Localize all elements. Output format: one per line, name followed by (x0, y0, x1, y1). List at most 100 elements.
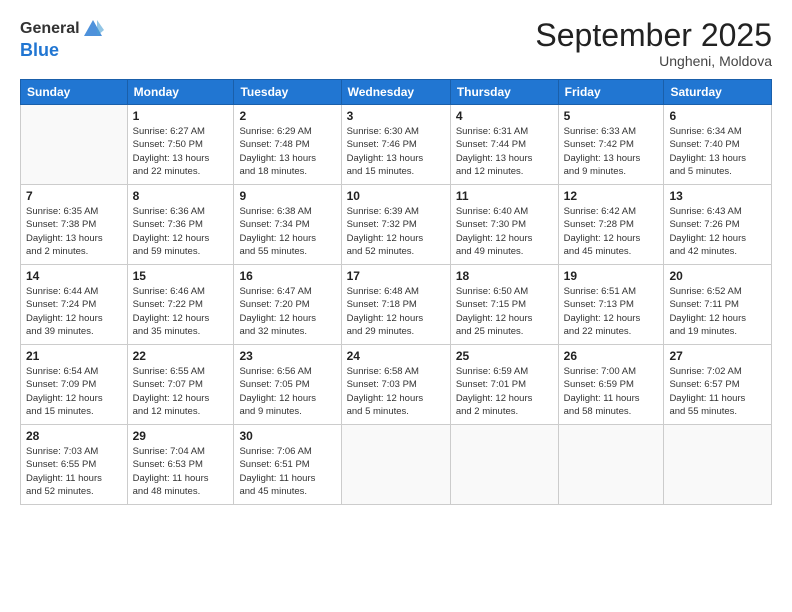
day-number: 1 (133, 109, 229, 123)
header-tuesday: Tuesday (234, 80, 341, 105)
day-number: 25 (456, 349, 553, 363)
table-cell: 12Sunrise: 6:42 AM Sunset: 7:28 PM Dayli… (558, 185, 664, 265)
week-row-3: 14 Sunrise: 6:44 AM Sunset: 7:24 PM Dayli… (21, 265, 772, 345)
table-cell: 30 Sunrise: 7:06 AM Sunset: 6:51 PM Dayli… (234, 425, 341, 505)
table-cell: 15 Sunrise: 6:46 AM Sunset: 7:22 PM Dayli… (127, 265, 234, 345)
day-info: Sunrise: 6:51 AM Sunset: 7:13 PM Dayligh… (564, 285, 659, 338)
day-number: 14 (26, 269, 122, 283)
day-number: 12 (564, 189, 659, 203)
page: General Blue September 2025 Ungheni, Mol… (0, 0, 792, 612)
table-cell: 29 Sunrise: 7:04 AM Sunset: 6:53 PM Dayli… (127, 425, 234, 505)
table-cell: 25 Sunrise: 6:59 AM Sunset: 7:01 PM Dayli… (450, 345, 558, 425)
day-number: 6 (669, 109, 766, 123)
week-row-4: 21 Sunrise: 6:54 AM Sunset: 7:09 PM Dayli… (21, 345, 772, 425)
table-cell: 20 Sunrise: 6:52 AM Sunset: 7:11 PM Dayli… (664, 265, 772, 345)
day-info: Sunrise: 6:52 AM Sunset: 7:11 PM Dayligh… (669, 285, 766, 338)
day-info: Sunrise: 6:54 AM Sunset: 7:09 PM Dayligh… (26, 365, 122, 418)
table-cell: 1 Sunrise: 6:27 AM Sunset: 7:50 PM Daylig… (127, 105, 234, 185)
table-cell: 17 Sunrise: 6:48 AM Sunset: 7:18 PM Dayli… (341, 265, 450, 345)
logo: General Blue (20, 18, 104, 61)
day-info: Sunrise: 6:46 AM Sunset: 7:22 PM Dayligh… (133, 285, 229, 338)
day-number: 28 (26, 429, 122, 443)
day-info: Sunrise: 6:56 AM Sunset: 7:05 PM Dayligh… (239, 365, 335, 418)
day-number: 30 (239, 429, 335, 443)
calendar-table: Sunday Monday Tuesday Wednesday Thursday… (20, 79, 772, 505)
day-info: Sunrise: 7:06 AM Sunset: 6:51 PM Dayligh… (239, 445, 335, 498)
day-info: Sunrise: 6:39 AM Sunset: 7:32 PM Dayligh… (347, 205, 445, 258)
day-info: Sunrise: 6:59 AM Sunset: 7:01 PM Dayligh… (456, 365, 553, 418)
table-cell (21, 105, 128, 185)
day-info: Sunrise: 7:03 AM Sunset: 6:55 PM Dayligh… (26, 445, 122, 498)
day-number: 17 (347, 269, 445, 283)
week-row-5: 28 Sunrise: 7:03 AM Sunset: 6:55 PM Dayli… (21, 425, 772, 505)
day-info: Sunrise: 6:34 AM Sunset: 7:40 PM Dayligh… (669, 125, 766, 178)
table-cell: 22 Sunrise: 6:55 AM Sunset: 7:07 PM Dayli… (127, 345, 234, 425)
day-info: Sunrise: 6:31 AM Sunset: 7:44 PM Dayligh… (456, 125, 553, 178)
day-number: 3 (347, 109, 445, 123)
calendar-header-row: Sunday Monday Tuesday Wednesday Thursday… (21, 80, 772, 105)
table-cell: 11 Sunrise: 6:40 AM Sunset: 7:30 PM Dayli… (450, 185, 558, 265)
day-info: Sunrise: 6:40 AM Sunset: 7:30 PM Dayligh… (456, 205, 553, 258)
logo-blue-text: Blue (20, 40, 59, 60)
day-info: Sunrise: 6:33 AM Sunset: 7:42 PM Dayligh… (564, 125, 659, 178)
day-info: Sunrise: 7:02 AM Sunset: 6:57 PM Dayligh… (669, 365, 766, 418)
table-cell: 14 Sunrise: 6:44 AM Sunset: 7:24 PM Dayli… (21, 265, 128, 345)
day-info: Sunrise: 6:29 AM Sunset: 7:48 PM Dayligh… (239, 125, 335, 178)
table-cell: 4 Sunrise: 6:31 AM Sunset: 7:44 PM Daylig… (450, 105, 558, 185)
logo-general-text: General (20, 20, 80, 38)
day-info: Sunrise: 6:55 AM Sunset: 7:07 PM Dayligh… (133, 365, 229, 418)
table-cell: 18 Sunrise: 6:50 AM Sunset: 7:15 PM Dayli… (450, 265, 558, 345)
day-info: Sunrise: 6:35 AM Sunset: 7:38 PM Dayligh… (26, 205, 122, 258)
table-cell: 6 Sunrise: 6:34 AM Sunset: 7:40 PM Daylig… (664, 105, 772, 185)
table-cell: 16Sunrise: 6:47 AM Sunset: 7:20 PM Dayli… (234, 265, 341, 345)
week-row-2: 7Sunrise: 6:35 AM Sunset: 7:38 PM Daylig… (21, 185, 772, 265)
day-info: Sunrise: 6:50 AM Sunset: 7:15 PM Dayligh… (456, 285, 553, 338)
location: Ungheni, Moldova (535, 53, 772, 69)
day-number: 20 (669, 269, 766, 283)
table-cell: 23 Sunrise: 6:56 AM Sunset: 7:05 PM Dayli… (234, 345, 341, 425)
day-number: 21 (26, 349, 122, 363)
table-cell: 26Sunrise: 7:00 AM Sunset: 6:59 PM Dayli… (558, 345, 664, 425)
day-number: 23 (239, 349, 335, 363)
day-number: 22 (133, 349, 229, 363)
title-area: September 2025 Ungheni, Moldova (535, 18, 772, 69)
day-info: Sunrise: 6:27 AM Sunset: 7:50 PM Dayligh… (133, 125, 229, 178)
day-number: 19 (564, 269, 659, 283)
day-number: 2 (239, 109, 335, 123)
table-cell: 2 Sunrise: 6:29 AM Sunset: 7:48 PM Daylig… (234, 105, 341, 185)
day-number: 26 (564, 349, 659, 363)
table-cell: 3 Sunrise: 6:30 AM Sunset: 7:46 PM Daylig… (341, 105, 450, 185)
day-number: 11 (456, 189, 553, 203)
day-number: 4 (456, 109, 553, 123)
day-number: 5 (564, 109, 659, 123)
day-number: 29 (133, 429, 229, 443)
table-cell: 5 Sunrise: 6:33 AM Sunset: 7:42 PM Daylig… (558, 105, 664, 185)
header-wednesday: Wednesday (341, 80, 450, 105)
header-saturday: Saturday (664, 80, 772, 105)
day-number: 10 (347, 189, 445, 203)
day-info: Sunrise: 6:38 AM Sunset: 7:34 PM Dayligh… (239, 205, 335, 258)
day-number: 15 (133, 269, 229, 283)
table-cell (450, 425, 558, 505)
day-info: Sunrise: 6:48 AM Sunset: 7:18 PM Dayligh… (347, 285, 445, 338)
table-cell (341, 425, 450, 505)
day-number: 13 (669, 189, 766, 203)
table-cell: 9 Sunrise: 6:38 AM Sunset: 7:34 PM Daylig… (234, 185, 341, 265)
day-number: 18 (456, 269, 553, 283)
table-cell (558, 425, 664, 505)
day-number: 9 (239, 189, 335, 203)
table-cell: 7Sunrise: 6:35 AM Sunset: 7:38 PM Daylig… (21, 185, 128, 265)
header-thursday: Thursday (450, 80, 558, 105)
header: General Blue September 2025 Ungheni, Mol… (20, 18, 772, 69)
header-friday: Friday (558, 80, 664, 105)
table-cell: 19 Sunrise: 6:51 AM Sunset: 7:13 PM Dayli… (558, 265, 664, 345)
day-info: Sunrise: 7:04 AM Sunset: 6:53 PM Dayligh… (133, 445, 229, 498)
day-info: Sunrise: 6:44 AM Sunset: 7:24 PM Dayligh… (26, 285, 122, 338)
day-info: Sunrise: 6:58 AM Sunset: 7:03 PM Dayligh… (347, 365, 445, 418)
day-number: 24 (347, 349, 445, 363)
table-cell: 8Sunrise: 6:36 AM Sunset: 7:36 PM Daylig… (127, 185, 234, 265)
table-cell: 13Sunrise: 6:43 AM Sunset: 7:26 PM Dayli… (664, 185, 772, 265)
day-info: Sunrise: 6:36 AM Sunset: 7:36 PM Dayligh… (133, 205, 229, 258)
week-row-1: 1 Sunrise: 6:27 AM Sunset: 7:50 PM Daylig… (21, 105, 772, 185)
day-info: Sunrise: 6:30 AM Sunset: 7:46 PM Dayligh… (347, 125, 445, 178)
